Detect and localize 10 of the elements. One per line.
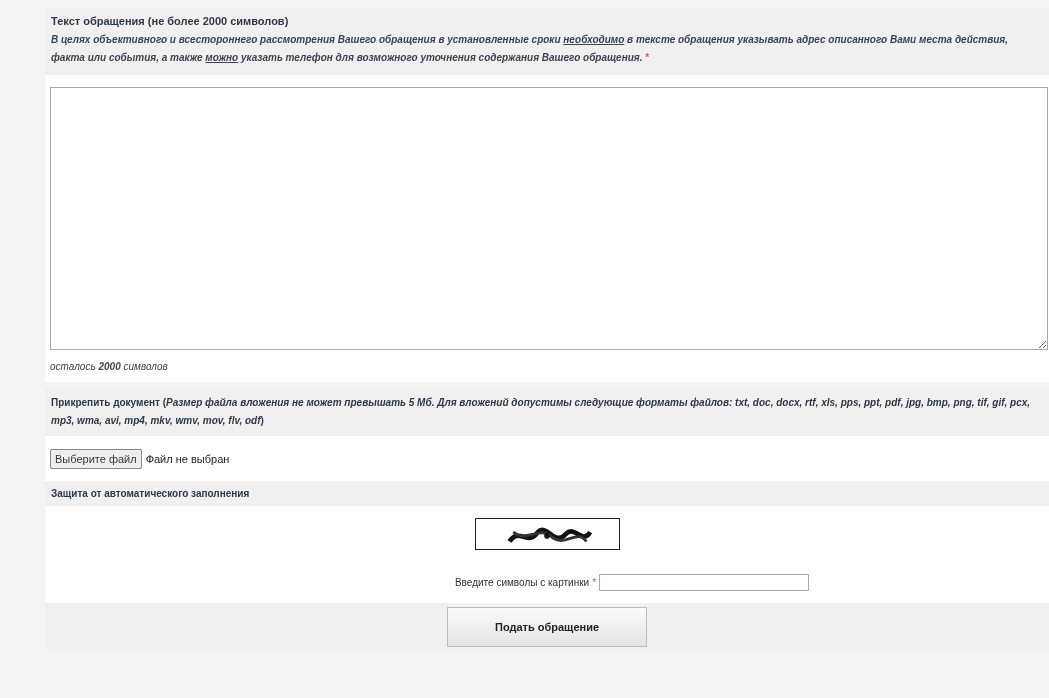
hint-text: В целях объективного и всестороннего рассмотрения Вашего обращения в установленные сроки необходимо в тексте обращения указывать адрес описанного Вами места действия, факта или события, а также можно указать телефон для возможного уточнения содержания Вашего обращения. * [51, 32, 1009, 65]
captcha-label: Введите символы с картинки [454, 576, 590, 590]
section-title: Защита от автоматического заполнения [51, 487, 251, 501]
choose-file-button[interactable]: Выберите файл [50, 448, 142, 469]
required-mark: * [592, 576, 597, 590]
file-status: Файл не выбран [145, 451, 230, 467]
submit-button[interactable]: Подать обращение [447, 607, 647, 647]
section-title: Текст обращения (не более 2000 символов) [51, 14, 290, 29]
character-counter: осталось 2000 символов [50, 359, 169, 374]
attachment-title: Прикрепить документ (Размер файла вложения не может превышать 5 Мб. Для вложений допустимы следующие форматы файлов: txt, doc, docx, rtf, xls, pps, ppt, pdf, jpg, bmp, png, tif, gif, pcx, mp3, wma, avi, mp4, mkv, wmv, mov, flv, odf) [51, 395, 1032, 428]
